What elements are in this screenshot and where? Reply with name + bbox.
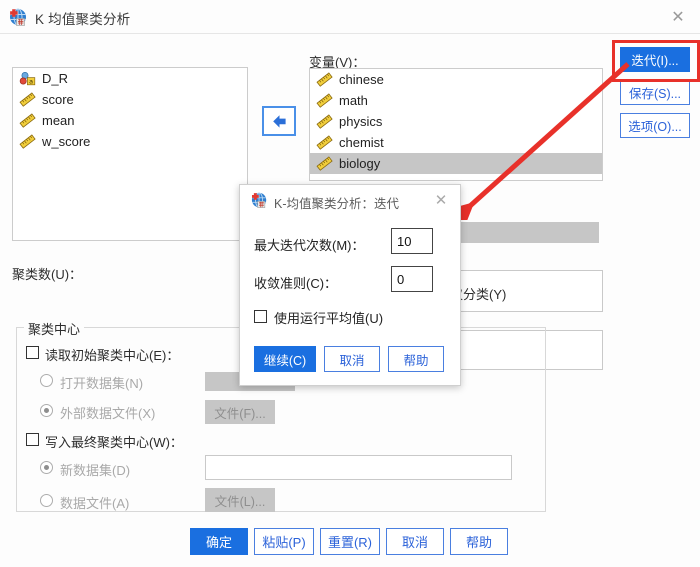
scale-ruler-icon: [316, 93, 333, 108]
file-f-button[interactable]: 文件(F)...: [205, 400, 275, 424]
convergence-label: 收敛准则(C)：: [254, 276, 338, 291]
nominal-string-icon: a: [19, 72, 36, 85]
convergence-input[interactable]: 0: [391, 266, 433, 292]
close-icon[interactable]: ✕: [666, 6, 690, 28]
close-icon[interactable]: ✕: [430, 190, 452, 210]
variable-label: w_score: [42, 134, 91, 149]
page-title: K 均值聚类分析: [35, 12, 131, 27]
scale-ruler-icon: [19, 134, 36, 149]
variable-label: chemist: [339, 135, 384, 150]
variable-item[interactable]: physics: [310, 111, 602, 132]
iteration-dialog-button-0[interactable]: 继续(C): [254, 346, 316, 372]
write-final-centers-label: 写入最终聚类中心(W)：: [45, 435, 183, 450]
scale-ruler-icon: [316, 72, 333, 87]
open-dataset-radio[interactable]: [40, 374, 53, 387]
running-means-checkbox[interactable]: [254, 310, 267, 323]
bottom-button-0[interactable]: 确定: [190, 528, 248, 555]
variable-item[interactable]: math: [310, 90, 602, 111]
bottom-button-4[interactable]: 帮助: [450, 528, 508, 555]
variable-label: chinese: [339, 72, 384, 87]
external-file-radio[interactable]: [40, 404, 53, 417]
svg-text:a: a: [29, 77, 33, 85]
move-left-arrow-button[interactable]: [262, 106, 296, 136]
arrow-left-icon: [272, 114, 286, 128]
spss-kmeans-icon: [251, 192, 268, 209]
iteration-dialog-title: K-均值聚类分析：迭代: [274, 197, 400, 211]
background-disabled-field-1: [455, 222, 599, 243]
kmeans-dialog-window: K 均值聚类分析 ✕ a D_R score mean w_score 变量(V)： c…: [0, 0, 700, 567]
source-variable-item[interactable]: mean: [13, 110, 247, 131]
variable-label: mean: [42, 113, 75, 128]
variable-label: math: [339, 93, 368, 108]
data-file-label: 数据文件(A): [60, 496, 130, 511]
side-button-2[interactable]: 选项(O)...: [620, 113, 690, 138]
iteration-dialog-button-2[interactable]: 帮助: [388, 346, 444, 372]
annotation-highlight-box: [612, 40, 700, 82]
new-dataset-field[interactable]: [205, 455, 512, 480]
cluster-center-group-label: 聚类中心: [24, 319, 85, 338]
source-variable-item[interactable]: w_score: [13, 131, 247, 152]
external-file-label: 外部数据文件(X): [60, 406, 156, 421]
variable-label: physics: [339, 114, 383, 129]
bottom-button-2[interactable]: 重置(R): [320, 528, 380, 555]
running-means-label: 使用运行平均值(U): [274, 311, 384, 326]
variable-label: biology: [339, 156, 381, 171]
source-variable-item[interactable]: score: [13, 89, 247, 110]
file-l-button[interactable]: 文件(L)...: [205, 488, 275, 512]
variables-list[interactable]: chinese math physics chemist biology: [309, 68, 603, 181]
bottom-button-1[interactable]: 粘贴(P): [254, 528, 314, 555]
new-dataset-label: 新数据集(D): [60, 463, 131, 478]
bottom-button-3[interactable]: 取消: [386, 528, 444, 555]
scale-ruler-icon: [19, 113, 36, 128]
variable-label: score: [42, 92, 74, 107]
read-initial-centers-checkbox[interactable]: [26, 346, 39, 359]
variable-item[interactable]: chemist: [310, 132, 602, 153]
variable-item[interactable]: biology: [310, 153, 602, 174]
iteration-dialog-button-1[interactable]: 取消: [324, 346, 380, 372]
cluster-count-label: 聚类数(U)：: [12, 267, 83, 282]
scale-ruler-icon: [19, 92, 36, 107]
scale-ruler-icon: [316, 135, 333, 150]
open-dataset-label: 打开数据集(N): [60, 376, 144, 391]
iteration-dialog: K-均值聚类分析：迭代 ✕ 最大迭代次数(M)： 10 收敛准则(C)： 0 使…: [239, 184, 461, 386]
read-initial-centers-label: 读取初始聚类中心(E)：: [45, 348, 180, 363]
title-bar: K 均值聚类分析 ✕: [0, 0, 700, 34]
max-iterations-input[interactable]: 10: [391, 228, 433, 254]
variable-label: D_R: [42, 71, 69, 86]
side-button-1[interactable]: 保存(S)...: [620, 80, 690, 105]
variable-item[interactable]: chinese: [310, 69, 602, 90]
max-iterations-label: 最大迭代次数(M)：: [254, 238, 365, 253]
scale-ruler-icon: [316, 156, 333, 171]
new-dataset-radio[interactable]: [40, 461, 53, 474]
write-final-centers-checkbox[interactable]: [26, 433, 39, 446]
source-variable-item[interactable]: a D_R: [13, 68, 247, 89]
scale-ruler-icon: [316, 114, 333, 129]
spss-kmeans-icon: [9, 8, 28, 27]
data-file-radio[interactable]: [40, 494, 53, 507]
source-variable-list[interactable]: a D_Rscore mean w_score: [12, 67, 248, 241]
